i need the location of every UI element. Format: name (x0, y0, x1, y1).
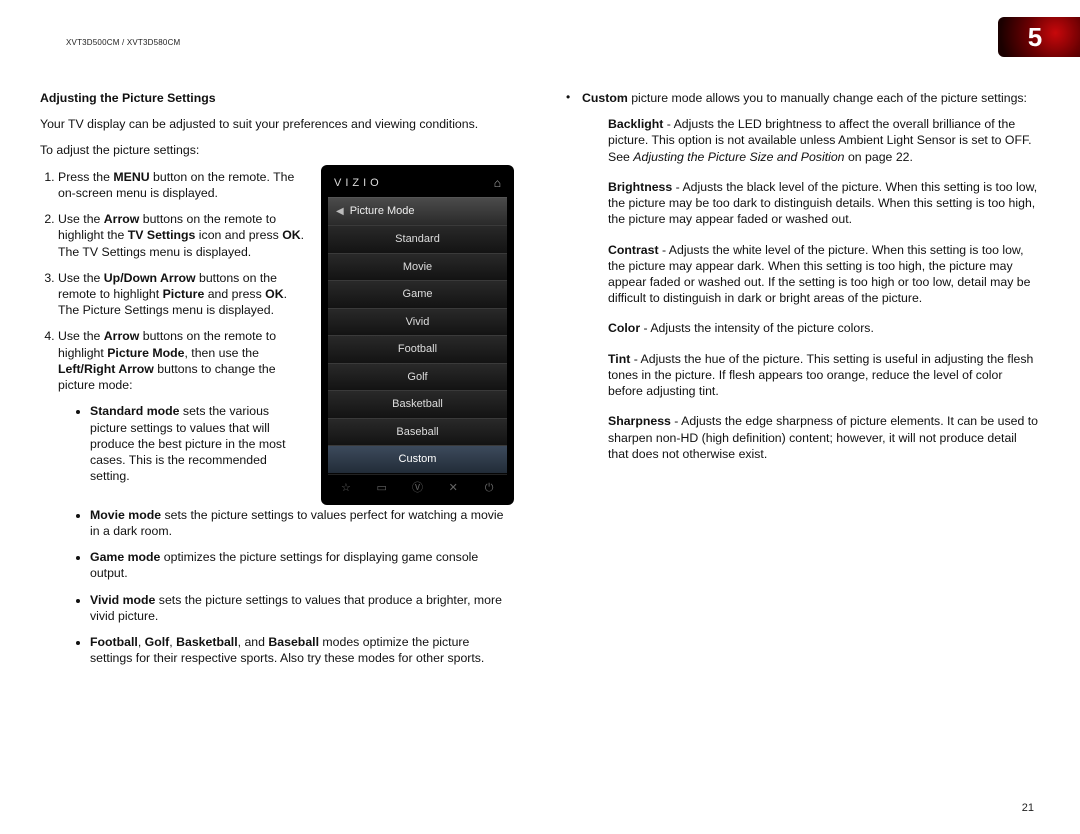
tv-menu-title: Picture Mode (350, 204, 415, 219)
def-color: Color - Adjusts the intensity of the pic… (608, 320, 1040, 336)
step-3: Use the Up/Down Arrow buttons on the rem… (58, 270, 307, 319)
def-backlight: Backlight - Adjusts the LED brightness t… (608, 116, 1040, 165)
steps-list: Press the MENU button on the remote. The… (40, 169, 307, 485)
grid-icon: ▭ (375, 481, 389, 496)
tv-menu-title-row: ◀ Picture Mode (328, 197, 507, 225)
step-4: Use the Arrow buttons on the remote to h… (58, 328, 307, 484)
tv-brand: VIZIO (334, 176, 383, 191)
tv-row: Vivid (328, 308, 507, 336)
mode-game: Game mode optimizes the picture settings… (90, 549, 514, 581)
tv-row: Basketball (328, 390, 507, 418)
page-number: 21 (1022, 802, 1034, 814)
close-icon: ✕ (446, 481, 460, 496)
mode-movie: Movie mode sets the picture settings to … (90, 507, 514, 539)
power-icon: ⏻ (482, 481, 496, 496)
step-1: Press the MENU button on the remote. The… (58, 169, 307, 201)
tv-row: Standard (328, 225, 507, 253)
def-tint: Tint - Adjusts the hue of the picture. T… (608, 351, 1040, 400)
v-icon: Ⓥ (410, 481, 424, 496)
intro-text: Your TV display can be adjusted to suit … (40, 116, 514, 132)
header-model: XVT3D500CM / XVT3D580CM (66, 38, 180, 47)
mode-vivid: Vivid mode sets the picture settings to … (90, 592, 514, 624)
lead-text: To adjust the picture settings: (40, 142, 514, 158)
tv-menu-figure: VIZIO ⌂ ◀ Picture Mode Standard Movie Ga… (321, 165, 514, 505)
tv-bottom-bar: ☆ ▭ Ⓥ ✕ ⏻ (328, 474, 507, 498)
tv-row: Golf (328, 363, 507, 391)
mode-sports: Football, Golf, Basketball, and Baseball… (90, 634, 514, 666)
tv-row-selected: Custom (328, 445, 507, 473)
tv-row: Football (328, 335, 507, 363)
section-heading: Adjusting the Picture Settings (40, 90, 514, 106)
home-icon: ⌂ (494, 176, 501, 192)
right-column: • Custom picture mode allows you to manu… (566, 90, 1040, 676)
step-2: Use the Arrow buttons on the remote to h… (58, 211, 307, 260)
left-column: Adjusting the Picture Settings Your TV d… (40, 90, 514, 676)
star-icon: ☆ (339, 481, 353, 496)
bullet-marker: • (566, 90, 582, 116)
back-icon: ◀ (336, 205, 344, 218)
def-sharpness: Sharpness - Adjusts the edge sharpness o… (608, 413, 1040, 462)
tv-row: Baseball (328, 418, 507, 446)
mode-standard: Standard mode sets the various picture s… (90, 403, 307, 484)
def-contrast: Contrast - Adjusts the white level of th… (608, 242, 1040, 307)
custom-intro: Custom picture mode allows you to manual… (582, 90, 1027, 106)
chapter-tab: 5 (998, 17, 1080, 57)
def-brightness: Brightness - Adjusts the black level of … (608, 179, 1040, 228)
tv-row: Movie (328, 253, 507, 281)
tv-row: Game (328, 280, 507, 308)
